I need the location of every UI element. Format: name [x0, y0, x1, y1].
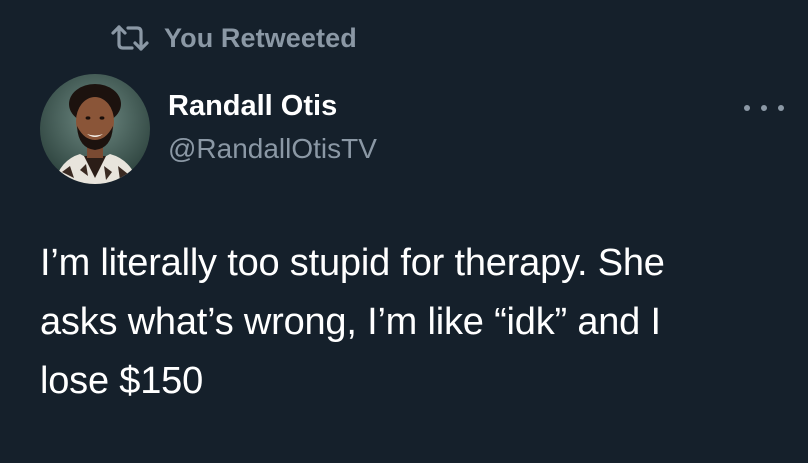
- tweet-text: I’m literally too stupid for therapy. Sh…: [40, 242, 665, 402]
- more-options-button[interactable]: [744, 98, 784, 118]
- author-display-name[interactable]: Randall Otis: [168, 90, 337, 123]
- retweet-label: You Retweeted: [164, 22, 357, 53]
- avatar[interactable]: [40, 74, 150, 184]
- author-handle[interactable]: @RandallOtisTV: [168, 133, 377, 165]
- more-dot-icon: [778, 105, 784, 111]
- more-dot-icon: [744, 105, 750, 111]
- more-dot-icon: [761, 105, 767, 111]
- retweet-icon: [110, 24, 150, 52]
- retweet-banner: You Retweeted: [110, 22, 357, 54]
